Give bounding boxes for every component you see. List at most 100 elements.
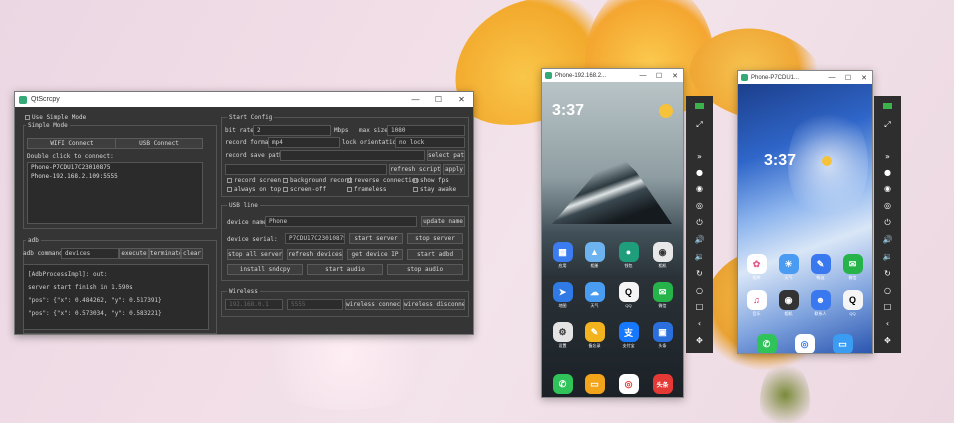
adb-command-input[interactable]: devices xyxy=(61,248,119,259)
wireless-connect-button[interactable]: wireless connect xyxy=(345,299,401,310)
use-simple-mode-checkbox[interactable]: Use Simple Mode xyxy=(25,114,86,121)
volume-down-icon[interactable]: 🔉 xyxy=(686,252,713,269)
minimize-button[interactable]: — xyxy=(635,72,651,80)
rotate-icon[interactable]: ↻ xyxy=(874,269,901,286)
home-icon[interactable]: ○ xyxy=(874,286,901,303)
record-screen-checkbox[interactable]: record screen xyxy=(227,177,281,184)
wireless-disconnect-button[interactable]: wireless disconnect xyxy=(403,299,465,310)
recent-icon[interactable]: □ xyxy=(874,302,901,319)
power-dot-icon[interactable]: ● xyxy=(686,168,713,185)
recent-icon[interactable]: □ xyxy=(686,302,713,319)
close-button[interactable]: ✕ xyxy=(450,95,473,104)
background-record-checkbox[interactable]: background record xyxy=(283,177,351,184)
minimize-button[interactable]: — xyxy=(824,74,840,82)
reverse-connection-checkbox[interactable]: reverse connection xyxy=(347,177,419,184)
app-icon[interactable]: ☀ 天气 xyxy=(778,254,799,281)
maximize-button[interactable]: ☐ xyxy=(651,72,667,80)
select-path-button[interactable]: select path xyxy=(427,150,465,161)
app-icon[interactable]: ▦ 应用 xyxy=(552,242,573,269)
fullscreen-icon[interactable]: ⤢ xyxy=(686,120,713,138)
app-icon[interactable]: ✎ 备忘录 xyxy=(584,322,605,349)
terminate-button[interactable]: terminate xyxy=(149,248,181,259)
eye-icon[interactable]: ◉ xyxy=(874,184,901,201)
app-icon[interactable]: ✉ 微信 xyxy=(842,254,863,281)
wifi-connect-button[interactable]: WIFI Connect xyxy=(27,138,117,149)
lock-orientation-select[interactable]: no lock xyxy=(395,137,465,148)
app-icon[interactable]: ▲ 相册 xyxy=(584,242,605,269)
rotate-icon[interactable]: ↻ xyxy=(686,269,713,286)
power-dot-icon[interactable]: ● xyxy=(874,168,901,185)
power-icon[interactable]: ⏻ xyxy=(874,218,901,235)
app-icon[interactable]: ⚙ 设置 xyxy=(552,322,573,349)
maximize-button[interactable]: ☐ xyxy=(427,95,450,104)
usb-connect-button[interactable]: USB Connect xyxy=(115,138,203,149)
app-icon[interactable]: ✉ 微信 xyxy=(652,282,673,309)
refresh-devices-button[interactable]: refresh devices xyxy=(287,249,343,260)
expand-icon[interactable]: » xyxy=(686,152,713,168)
eye-off-icon[interactable]: ◎ xyxy=(874,201,901,218)
dock-icon[interactable]: ◎ xyxy=(794,334,815,353)
phone1-screen[interactable]: 3:37 ▦ 应用 ▲ 相册 ● 钱包 ◉ 相机 ➤ 地图 ☁ 天气 Q QQ ✉ 微信 ⚙ 设置… xyxy=(542,82,683,397)
touch-icon[interactable]: ✥ xyxy=(874,336,901,353)
app-icon[interactable]: ✿ 图库 xyxy=(746,254,767,281)
volume-down-icon[interactable]: 🔉 xyxy=(874,252,901,269)
get-device-ip-button[interactable]: get device IP xyxy=(347,249,403,260)
back-icon[interactable]: ‹ xyxy=(686,319,713,336)
expand-icon[interactable]: » xyxy=(874,152,901,168)
back-icon[interactable]: ‹ xyxy=(874,319,901,336)
app-icon[interactable]: ☁ 天气 xyxy=(584,282,605,309)
refresh-script-button[interactable]: refresh script xyxy=(389,164,441,175)
fullscreen-icon[interactable]: ⤢ xyxy=(874,120,901,138)
update-name-button[interactable]: update name xyxy=(421,216,465,227)
close-button[interactable]: ✕ xyxy=(667,72,683,80)
always-on-top-checkbox[interactable]: always on top xyxy=(227,186,281,193)
ip-input[interactable]: 192.168.0.1 xyxy=(225,299,283,310)
max-size-select[interactable]: 1080 xyxy=(387,125,465,136)
start-server-button[interactable]: start server xyxy=(349,233,403,244)
eye-icon[interactable]: ◉ xyxy=(686,184,713,201)
app-icon[interactable]: ♫ 音乐 xyxy=(746,290,767,317)
start-audio-button[interactable]: start audio xyxy=(307,264,383,275)
script-select[interactable] xyxy=(225,164,387,175)
record-format-select[interactable]: mp4 xyxy=(268,137,340,148)
device-list-item[interactable]: Phone-192.168.2.109:5555 xyxy=(28,172,202,181)
app-icon[interactable]: 支支付宝 xyxy=(618,322,639,349)
home-icon[interactable]: ○ xyxy=(686,286,713,303)
app-icon[interactable]: Q QQ xyxy=(842,290,863,316)
install-sndcpy-button[interactable]: install sndcpy xyxy=(227,264,303,275)
port-input[interactable]: 5555 xyxy=(287,299,343,310)
stop-server-button[interactable]: stop server xyxy=(407,233,463,244)
stop-all-server-button[interactable]: stop all server xyxy=(227,249,283,260)
app-icon[interactable]: ✎ 畅连 xyxy=(810,254,831,281)
volume-up-icon[interactable]: 🔊 xyxy=(686,235,713,252)
app-icon[interactable]: ● 钱包 xyxy=(618,242,639,269)
show-fps-checkbox[interactable]: show fps xyxy=(413,177,449,184)
dock-icon[interactable]: ◎ xyxy=(618,374,639,394)
record-save-path-input[interactable] xyxy=(280,150,425,161)
app-icon[interactable]: ☻ 联系人 xyxy=(810,290,831,317)
dock-icon[interactable]: ▭ xyxy=(832,334,853,353)
wifi-icon[interactable] xyxy=(874,102,901,120)
power-icon[interactable]: ⏻ xyxy=(686,218,713,235)
app-icon[interactable]: ➤ 地图 xyxy=(552,282,573,309)
device-serial-select[interactable]: P7CDU17C23010875 xyxy=(285,233,345,244)
stop-audio-button[interactable]: stop audio xyxy=(387,264,463,275)
maximize-button[interactable]: ☐ xyxy=(840,74,856,82)
start-adbd-button[interactable]: start adbd xyxy=(407,249,463,260)
dock-icon[interactable]: 头条 xyxy=(652,374,673,394)
device-list-item[interactable]: Phone-P7CDU17C23010875 xyxy=(28,163,202,172)
phone2-screen[interactable]: 3:37 ✿ 图库 ☀ 天气 ✎ 畅连 ✉ 微信 ♫ 音乐 ◉ 相机 ☻ 联系人 Q QQ ✆ … xyxy=(738,84,872,353)
wifi-icon[interactable] xyxy=(686,102,713,120)
frameless-checkbox[interactable]: frameless xyxy=(347,186,387,193)
device-name-input[interactable]: Phone xyxy=(265,216,417,227)
stay-awake-checkbox[interactable]: stay awake xyxy=(413,186,456,193)
volume-up-icon[interactable]: 🔊 xyxy=(874,235,901,252)
dock-icon[interactable]: ✆ xyxy=(756,334,777,353)
apply-button[interactable]: apply xyxy=(443,164,465,175)
execute-button[interactable]: execute xyxy=(119,248,149,259)
app-icon[interactable]: ◉ 相机 xyxy=(778,290,799,317)
minimize-button[interactable]: — xyxy=(404,95,427,104)
eye-off-icon[interactable]: ◎ xyxy=(686,201,713,218)
bit-rate-input[interactable]: 2 xyxy=(253,125,331,136)
dock-icon[interactable]: ✆ xyxy=(552,374,573,394)
